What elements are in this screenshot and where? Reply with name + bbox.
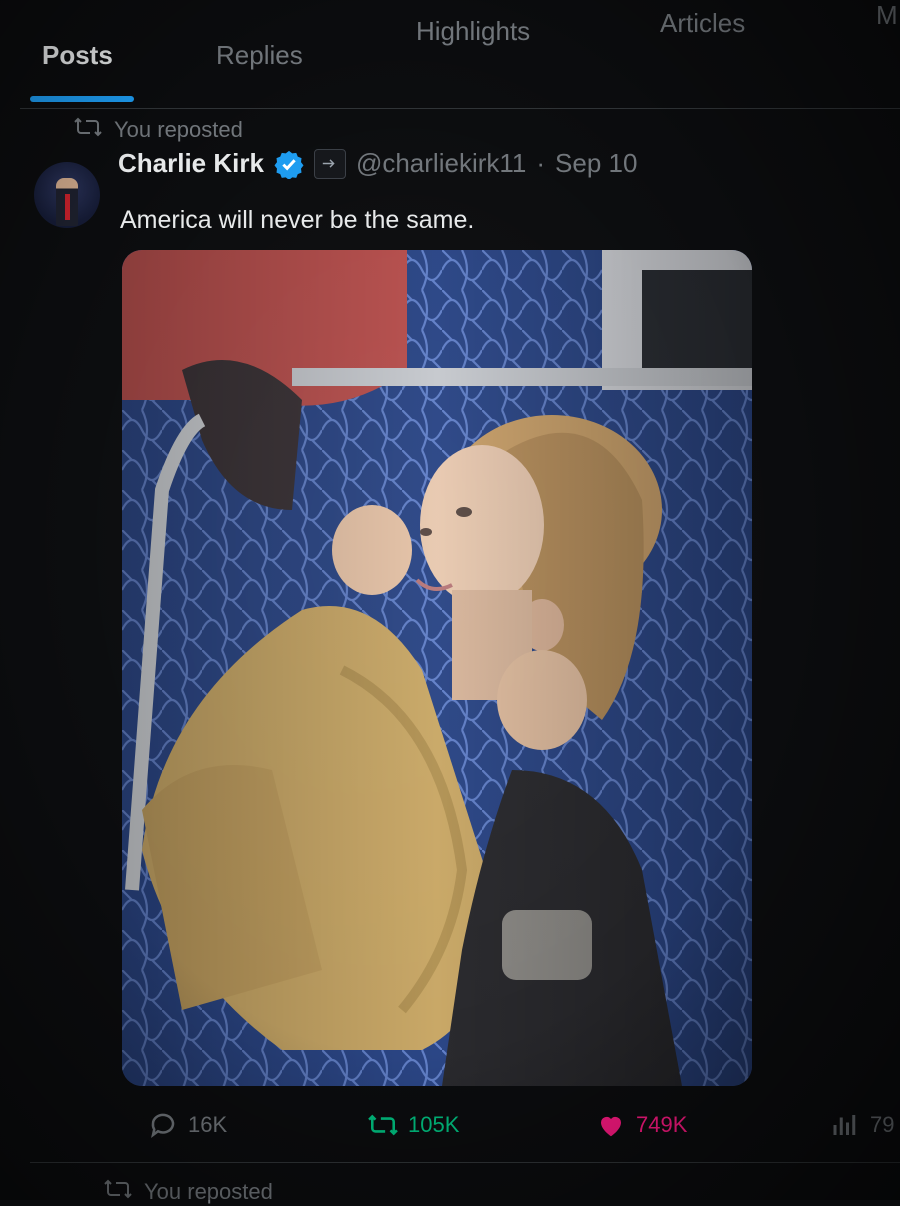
- next-repost-label: You reposted: [144, 1179, 273, 1204]
- tab-highlights[interactable]: Highlights: [416, 16, 530, 47]
- tab-media[interactable]: M: [876, 0, 898, 31]
- repost-label: You reposted: [114, 117, 243, 142]
- author-name[interactable]: Charlie Kirk: [118, 148, 264, 179]
- post-text: America will never be the same.: [120, 206, 475, 234]
- tab-posts[interactable]: Posts: [42, 40, 113, 71]
- profile-tabs: Posts Replies Highlights Articles M: [0, 0, 900, 108]
- active-tab-indicator: [30, 96, 134, 102]
- reply-count: 16K: [188, 1112, 228, 1137]
- heart-icon: [596, 1110, 626, 1140]
- repost-button[interactable]: 105K: [368, 1110, 459, 1140]
- repost-count: 105K: [408, 1112, 460, 1137]
- views-count: 79: [870, 1112, 895, 1137]
- post-date[interactable]: Sep 10: [555, 148, 637, 179]
- views-button[interactable]: 79: [830, 1110, 894, 1140]
- like-count: 749K: [636, 1112, 688, 1137]
- next-repost-context: You reposted: [104, 1178, 273, 1206]
- tab-articles[interactable]: Articles: [660, 8, 745, 39]
- repost-context: You reposted: [74, 116, 243, 144]
- post-divider: [30, 1162, 900, 1163]
- views-chart-icon: [830, 1110, 860, 1140]
- post-header: Charlie Kirk @charliekirk11 · Sep 10: [118, 148, 637, 179]
- repost-icon: [74, 116, 102, 144]
- avatar[interactable]: [34, 162, 100, 228]
- reply-button[interactable]: 16K: [148, 1110, 227, 1140]
- like-button[interactable]: 749K: [596, 1110, 687, 1140]
- post-actions: 16K 105K 749K 79: [0, 1098, 900, 1158]
- reply-icon: [148, 1110, 178, 1140]
- repost-icon: [104, 1178, 132, 1206]
- bus-seat-photo: [122, 250, 752, 1086]
- verified-badge-icon: [274, 149, 304, 179]
- tab-replies[interactable]: Replies: [216, 40, 303, 71]
- separator-dot: ·: [536, 148, 546, 178]
- post-media-image[interactable]: [122, 250, 752, 1086]
- tabs-divider: [20, 108, 900, 109]
- author-handle[interactable]: @charliekirk11: [356, 148, 526, 179]
- repost-action-icon: [368, 1110, 398, 1140]
- affiliation-badge-icon[interactable]: [313, 148, 346, 179]
